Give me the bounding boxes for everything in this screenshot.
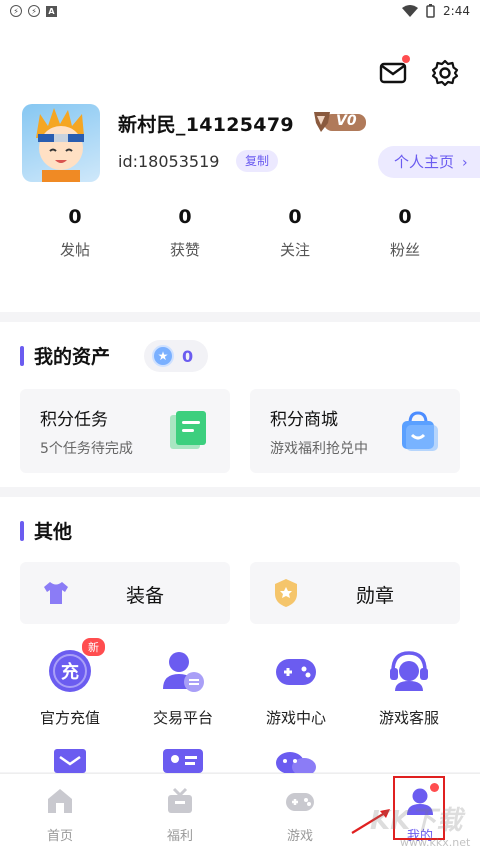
chevron-right-icon: › bbox=[462, 155, 468, 171]
trade-platform-item[interactable]: 交易平台 bbox=[133, 647, 233, 728]
vip-label: V0 bbox=[336, 113, 357, 129]
id-card-icon bbox=[163, 749, 203, 773]
watermark-brand: KK下载 bbox=[370, 806, 463, 836]
stats-row: 0 发帖 0 获赞 0 关注 0 粉丝 bbox=[0, 206, 480, 260]
coin-value: 0 bbox=[182, 346, 194, 366]
gamepad-icon bbox=[276, 659, 316, 685]
copy-id-button[interactable]: 复制 bbox=[236, 150, 279, 172]
flash-icon: ⚡ bbox=[28, 5, 40, 17]
personal-homepage-button[interactable]: 个人主页 › bbox=[378, 146, 480, 178]
stat-value: 0 bbox=[68, 206, 82, 228]
stat-value: 0 bbox=[398, 206, 412, 228]
wifi-icon bbox=[402, 5, 419, 17]
points-mall-tile[interactable]: 积分商城 游戏福利抢兑中 bbox=[250, 389, 460, 473]
star-coin-icon: ★ bbox=[152, 345, 174, 367]
gift-icon bbox=[168, 787, 192, 813]
tile-title: 积分任务 bbox=[40, 410, 108, 430]
mail-list-icon bbox=[54, 749, 86, 773]
stat-value: 0 bbox=[178, 206, 192, 228]
stat-posts[interactable]: 0 发帖 bbox=[20, 206, 130, 260]
equipment-button[interactable]: 装备 bbox=[20, 562, 230, 624]
official-recharge-item[interactable]: 充 新 官方充值 bbox=[20, 637, 120, 728]
tab-label: 首页 bbox=[46, 829, 73, 844]
messages-button[interactable] bbox=[378, 55, 410, 88]
new-badge: 新 bbox=[81, 637, 106, 657]
avatar-illustration bbox=[36, 108, 84, 182]
tab-welfare[interactable]: 福利 bbox=[120, 774, 240, 853]
notification-a-icon: A bbox=[46, 5, 57, 17]
grid-label: 游戏中心 bbox=[265, 709, 326, 727]
wechat-icon bbox=[276, 752, 316, 773]
vip-badge[interactable]: V0 bbox=[312, 110, 368, 134]
section-accent-bar bbox=[20, 345, 24, 366]
other-title-text: 其他 bbox=[34, 521, 73, 543]
grid-label: 交易平台 bbox=[152, 709, 213, 727]
gamepad-icon bbox=[286, 793, 314, 811]
battery-icon bbox=[426, 4, 435, 18]
tab-home[interactable]: 首页 bbox=[0, 774, 120, 853]
status-time: 2:44 bbox=[443, 4, 470, 18]
shopping-bag-icon bbox=[402, 411, 438, 451]
username: 新村民_14125479 bbox=[118, 114, 294, 136]
assets-title-text: 我的资产 bbox=[34, 346, 111, 368]
stat-label: 发帖 bbox=[59, 241, 90, 259]
assets-section: 我的资产 ★ 0 积分任务 5个任务待完成 积分商城 游戏福利抢兑中 bbox=[0, 322, 480, 487]
gear-icon bbox=[431, 59, 459, 87]
tile-subtitle: 游戏福利抢兑中 bbox=[270, 441, 368, 457]
stat-label: 获赞 bbox=[169, 241, 200, 259]
tab-unread-dot bbox=[430, 783, 439, 792]
grid-label: 官方充值 bbox=[39, 709, 100, 727]
tab-label: 游戏 bbox=[286, 829, 313, 844]
points-task-tile[interactable]: 积分任务 5个任务待完成 bbox=[20, 389, 230, 473]
other-section-title: 其他 bbox=[20, 517, 72, 544]
grid-label: 游戏客服 bbox=[378, 709, 439, 727]
medal-button[interactable]: 勋章 bbox=[250, 562, 460, 624]
stat-followers[interactable]: 0 粉丝 bbox=[350, 206, 460, 260]
status-bar: ⚡ ⚡ A 2:44 bbox=[0, 0, 480, 22]
home-icon bbox=[48, 789, 72, 813]
medal-label: 勋章 bbox=[355, 585, 394, 607]
trade-icon bbox=[163, 652, 204, 692]
customer-service-item[interactable]: 游戏客服 bbox=[359, 647, 459, 728]
task-list-icon bbox=[170, 411, 206, 449]
assets-section-title: 我的资产 bbox=[20, 342, 110, 369]
tile-subtitle: 5个任务待完成 bbox=[40, 441, 133, 457]
homepage-label: 个人主页 bbox=[394, 153, 455, 171]
tab-games[interactable]: 游戏 bbox=[240, 774, 360, 853]
settings-button[interactable] bbox=[430, 58, 460, 88]
tile-title: 积分商城 bbox=[270, 410, 338, 430]
stat-value: 0 bbox=[288, 206, 302, 228]
svg-text:充: 充 bbox=[61, 661, 79, 683]
equipment-label: 装备 bbox=[125, 585, 164, 607]
section-accent-bar bbox=[20, 520, 24, 541]
avatar[interactable] bbox=[22, 104, 100, 182]
stat-label: 粉丝 bbox=[389, 241, 420, 259]
stat-label: 关注 bbox=[279, 241, 310, 259]
user-id: id:18053519 bbox=[118, 152, 220, 171]
game-center-item[interactable]: 游戏中心 bbox=[246, 647, 346, 728]
headset-icon bbox=[390, 651, 428, 691]
coin-balance[interactable]: ★ 0 bbox=[144, 340, 208, 372]
stat-following[interactable]: 0 关注 bbox=[240, 206, 350, 260]
tab-label: 福利 bbox=[166, 829, 193, 844]
other-section: 其他 装备 勋章 充 新 官方充值 交易平台 游戏中心 游戏客服 bbox=[0, 497, 480, 773]
unread-dot bbox=[402, 55, 410, 63]
watermark-url: www.kkx.net bbox=[400, 836, 471, 849]
flash-icon: ⚡ bbox=[10, 5, 22, 17]
stat-likes[interactable]: 0 获赞 bbox=[130, 206, 240, 260]
